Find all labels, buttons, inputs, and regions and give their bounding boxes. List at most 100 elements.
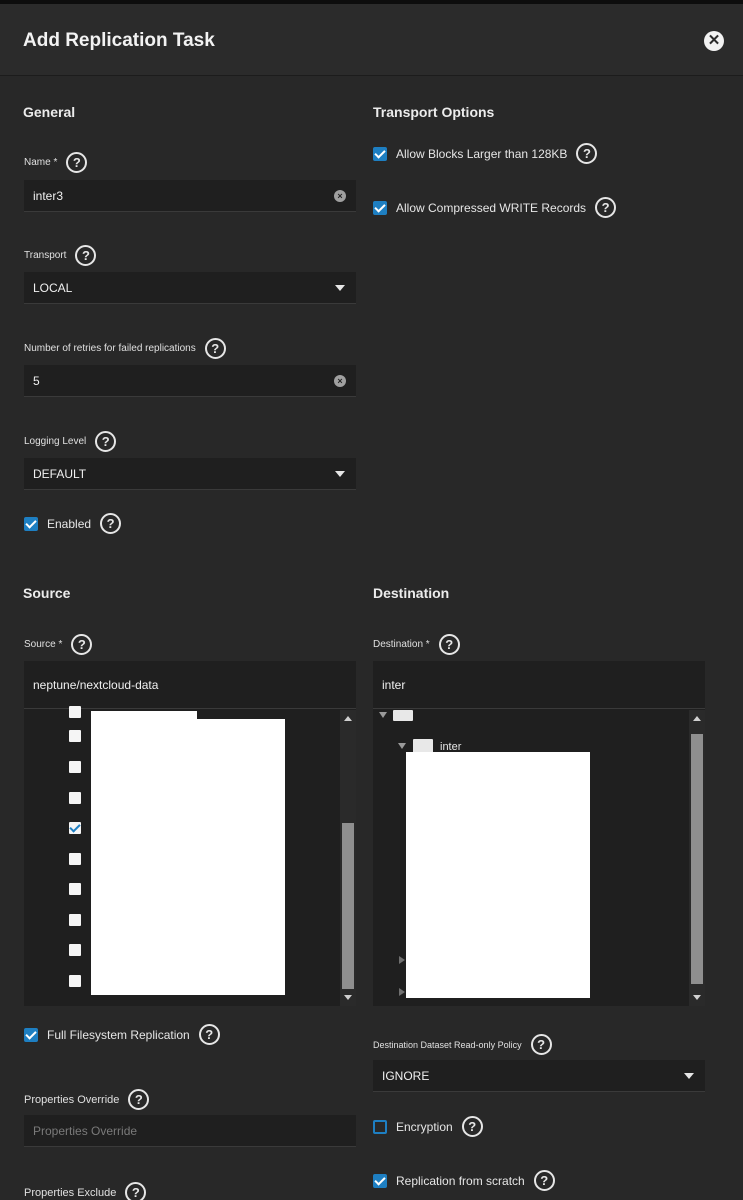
source-tree-checkbox[interactable]: [69, 883, 81, 895]
help-icon[interactable]: ?: [128, 1089, 150, 1110]
help-icon[interactable]: ?: [204, 338, 226, 359]
source-tree-checkbox[interactable]: [69, 792, 81, 804]
help-icon[interactable]: ?: [530, 1034, 552, 1055]
source-label-text: Source *: [24, 639, 63, 650]
source-path-input[interactable]: neptune/nextcloud-data: [24, 661, 356, 709]
destination-path-value: inter: [382, 678, 406, 692]
props-override-label: Properties Override ?: [24, 1089, 150, 1110]
name-label-text: Name *: [24, 157, 58, 168]
transport-options-title: Transport Options: [373, 104, 495, 120]
chevron-down-icon: [335, 285, 345, 291]
source-tree-checkbox[interactable]: [69, 853, 81, 865]
destination-tree[interactable]: inter inter: [373, 661, 705, 1006]
source-tree[interactable]: neptune/nextcloud-data: [24, 661, 356, 1006]
expand-arrow-icon[interactable]: [398, 743, 406, 749]
scroll-down-icon[interactable]: [344, 995, 352, 1000]
scroll-down-icon[interactable]: [693, 995, 701, 1000]
large-blocks-checkbox[interactable]: [373, 146, 387, 161]
collapsed-arrow-icon[interactable]: [399, 988, 405, 996]
compressed-row[interactable]: Allow Compressed WRITE Records ?: [373, 197, 617, 218]
props-override-label-text: Properties Override: [24, 1093, 120, 1106]
destination-label: Destination * ?: [373, 634, 460, 655]
dialog-title: Add Replication Task: [23, 30, 215, 51]
props-exclude-label: Properties Exclude ?: [24, 1182, 147, 1200]
chevron-down-icon: [684, 1073, 694, 1079]
general-section-title: General: [23, 104, 76, 120]
encryption-checkbox[interactable]: [373, 1119, 387, 1134]
enabled-label: Enabled: [47, 516, 92, 531]
help-icon[interactable]: ?: [533, 1170, 555, 1191]
name-label: Name * ?: [24, 152, 88, 173]
source-scrollbar[interactable]: [340, 710, 356, 1006]
folder-icon: [413, 739, 433, 753]
large-blocks-row[interactable]: Allow Blocks Larger than 128KB ?: [373, 143, 598, 164]
retries-input[interactable]: 5 ×: [24, 365, 356, 397]
full-fs-checkbox[interactable]: [24, 1027, 38, 1042]
encryption-row[interactable]: Encryption ?: [373, 1116, 483, 1137]
source-section-title: Source: [23, 585, 71, 601]
clear-icon[interactable]: ×: [334, 190, 346, 202]
enabled-checkbox-row[interactable]: Enabled ?: [24, 513, 122, 534]
dialog-header: Add Replication Task ✕: [0, 4, 743, 76]
compressed-label: Allow Compressed WRITE Records: [396, 200, 587, 215]
help-icon[interactable]: ?: [595, 197, 617, 218]
retries-label-text: Number of retries for failed replication…: [24, 343, 196, 354]
props-exclude-label-text: Properties Exclude: [24, 1186, 117, 1199]
logging-select-value: DEFAULT: [33, 467, 87, 481]
scroll-thumb[interactable]: [691, 734, 703, 984]
help-icon[interactable]: ?: [438, 634, 460, 655]
scroll-up-icon[interactable]: [693, 716, 701, 721]
name-input[interactable]: inter3 ×: [24, 180, 356, 212]
folder-icon: [393, 710, 413, 721]
scratch-checkbox[interactable]: [373, 1173, 387, 1188]
help-icon[interactable]: ?: [95, 431, 117, 452]
destination-section-title: Destination: [373, 585, 450, 601]
source-tree-checkbox[interactable]: [69, 914, 81, 926]
transport-label: Transport ?: [24, 245, 97, 266]
logging-select[interactable]: DEFAULT: [24, 458, 356, 490]
help-icon[interactable]: ?: [75, 245, 97, 266]
destination-scrollbar[interactable]: [689, 710, 705, 1006]
source-tree-checkbox[interactable]: [69, 706, 81, 718]
transport-select-value: LOCAL: [33, 281, 73, 295]
props-override-placeholder: Properties Override: [33, 1124, 138, 1138]
help-icon[interactable]: ?: [125, 1182, 147, 1200]
redacted-area: [91, 711, 197, 719]
scratch-row[interactable]: Replication from scratch ?: [373, 1170, 555, 1191]
scroll-up-icon[interactable]: [344, 716, 352, 721]
source-label: Source * ?: [24, 634, 93, 655]
source-tree-checkbox[interactable]: [69, 822, 81, 834]
transport-select[interactable]: LOCAL: [24, 272, 356, 304]
source-tree-checkbox[interactable]: [69, 761, 81, 773]
help-icon[interactable]: ?: [198, 1024, 220, 1045]
name-input-value: inter3: [33, 189, 64, 203]
expand-arrow-icon[interactable]: [379, 712, 387, 718]
encryption-label: Encryption: [396, 1119, 453, 1134]
logging-label-text: Logging Level: [24, 436, 87, 447]
readonly-policy-select[interactable]: IGNORE: [373, 1060, 705, 1092]
help-icon[interactable]: ?: [461, 1116, 483, 1137]
close-icon[interactable]: ✕: [704, 31, 724, 51]
source-tree-checkbox[interactable]: [69, 944, 81, 956]
source-tree-checkbox[interactable]: [69, 730, 81, 742]
help-icon[interactable]: ?: [100, 513, 122, 534]
full-fs-row[interactable]: Full Filesystem Replication ?: [24, 1024, 220, 1045]
destination-path-input[interactable]: inter: [373, 661, 705, 709]
help-icon[interactable]: ?: [66, 152, 88, 173]
help-icon[interactable]: ?: [576, 143, 598, 164]
source-path-value: neptune/nextcloud-data: [33, 678, 159, 692]
destination-label-text: Destination *: [373, 639, 430, 650]
scroll-thumb[interactable]: [342, 823, 354, 989]
redacted-area: [91, 719, 285, 995]
readonly-policy-label: Destination Dataset Read-only Policy ?: [373, 1034, 552, 1055]
help-icon[interactable]: ?: [71, 634, 93, 655]
full-fs-label: Full Filesystem Replication: [47, 1027, 190, 1042]
clear-icon[interactable]: ×: [334, 375, 346, 387]
compressed-checkbox[interactable]: [373, 200, 387, 215]
props-override-input[interactable]: Properties Override: [24, 1115, 356, 1147]
collapsed-arrow-icon[interactable]: [399, 956, 405, 964]
scratch-label: Replication from scratch: [396, 1173, 525, 1188]
enabled-checkbox[interactable]: [24, 516, 38, 531]
retries-label: Number of retries for failed replication…: [24, 338, 226, 359]
source-tree-checkbox[interactable]: [69, 975, 81, 987]
